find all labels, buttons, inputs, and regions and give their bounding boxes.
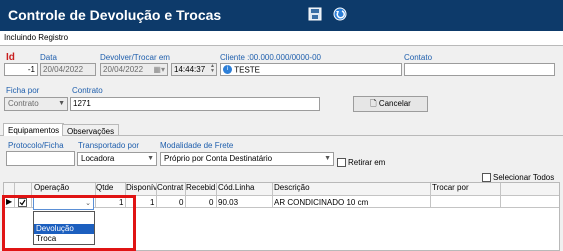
col-qtde: Qtde	[96, 183, 114, 192]
cliente-value: TESTE	[234, 65, 261, 75]
col-disponivel: Disponív	[126, 183, 158, 192]
chevron-down-icon: ▼	[58, 100, 65, 107]
col-contrat: Contrat	[157, 183, 184, 192]
cell-cod-linha: 90.03	[218, 198, 239, 207]
mode-label: Incluindo Registro	[4, 33, 69, 42]
time-spinner-icon[interactable]: ▲ ▼	[210, 64, 215, 74]
transportado-label: Transportado por	[78, 141, 140, 150]
cancel-button[interactable]: 🗋 Cancelar	[353, 96, 428, 112]
modalidade-label: Modalidade de Frete	[160, 141, 234, 150]
mode-strip: Incluindo Registro	[0, 31, 563, 46]
window-title: Controle de Devolução e Trocas	[8, 7, 222, 23]
calendar-icon[interactable]: ▦▾	[153, 64, 165, 75]
id-field[interactable]: -1	[4, 63, 38, 76]
chevron-down-icon: ▼	[147, 155, 154, 162]
chevron-down-icon: ▼	[324, 155, 331, 162]
id-label: Id	[6, 52, 15, 63]
cancel-button-label: Cancelar	[378, 99, 411, 108]
tab-equipamentos[interactable]: Equipamentos	[3, 123, 65, 136]
protocolo-label: Protocolo/Ficha	[8, 141, 64, 150]
retirar-checkbox[interactable]	[337, 158, 346, 167]
info-icon[interactable]: i	[223, 65, 232, 75]
save-icon[interactable]	[308, 7, 322, 21]
col-cod-linha: Cód.Linha	[218, 183, 255, 192]
devolver-label: Devolver/Trocar em	[100, 53, 170, 62]
data-label: Data	[40, 53, 57, 62]
transportado-select-value: Locadora	[81, 154, 115, 163]
cliente-label: Cliente :00.000.000/0000-00	[220, 53, 321, 62]
cell-contrat: 0	[179, 198, 184, 207]
col-descricao: Descrição	[274, 183, 310, 192]
highlight-box	[2, 195, 136, 251]
protocolo-field[interactable]	[6, 151, 75, 166]
tab-observacoes[interactable]: Observações	[62, 124, 120, 136]
selecionar-todos-label: Selecionar Todos	[493, 173, 555, 182]
data-field[interactable]: 20/04/2022	[40, 63, 96, 76]
selecionar-todos-checkbox[interactable]	[482, 173, 491, 182]
contrato-label: Contrato	[72, 86, 103, 95]
col-operacao: Operação	[34, 183, 70, 192]
contato-label: Contato	[404, 53, 433, 62]
cell-descricao: AR CONDICINADO 10 cm	[274, 198, 369, 207]
devolver-date-text: 20/04/2022	[103, 65, 144, 74]
retirar-label: Retirar em	[348, 158, 386, 167]
cliente-field[interactable]: i TESTE	[220, 63, 402, 76]
back-icon[interactable]	[333, 7, 347, 21]
cancel-icon: 🗋	[370, 99, 377, 108]
contato-field[interactable]	[404, 63, 555, 76]
ficha-select[interactable]: Contrato ▼	[4, 97, 68, 111]
cell-disponivel: 1	[150, 198, 155, 207]
devolver-date-field[interactable]: 20/04/2022 ▦▾	[100, 63, 168, 76]
modalidade-select-value: Próprio por Conta Destinatário	[164, 154, 273, 163]
transportado-select[interactable]: Locadora ▼	[77, 152, 157, 166]
col-recebido: Recebid	[186, 183, 216, 192]
contrato-field[interactable]: 1271	[70, 97, 320, 111]
col-trocar: Trocar por	[432, 183, 469, 192]
devolver-time-field[interactable]: 14:44:37 ▲ ▼	[171, 63, 217, 76]
ficha-select-value: Contrato	[8, 99, 39, 108]
ficha-label: Ficha por	[6, 86, 40, 95]
title-bar: Controle de Devolução e Trocas	[0, 0, 563, 31]
modalidade-select[interactable]: Próprio por Conta Destinatário ▼	[160, 152, 334, 166]
devolver-time-text: 14:44:37	[174, 65, 206, 74]
cell-recebido: 0	[209, 198, 214, 207]
